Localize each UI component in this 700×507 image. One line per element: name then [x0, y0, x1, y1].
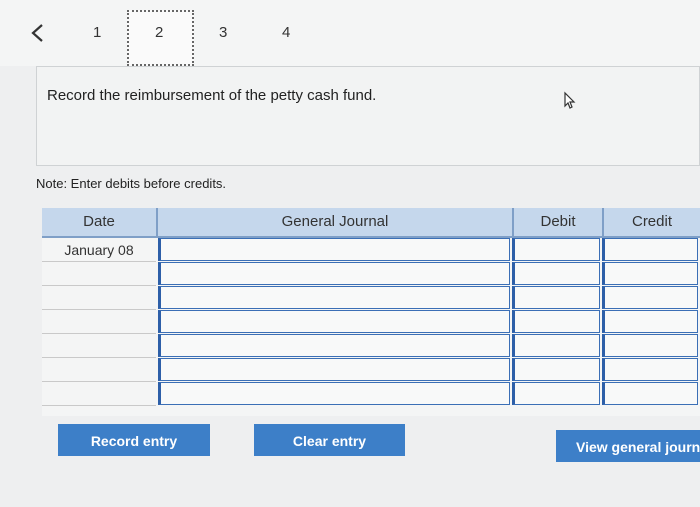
debit-input[interactable]: [512, 310, 600, 333]
step-3-link[interactable]: 3: [219, 24, 227, 41]
credit-column-header: Credit: [602, 208, 700, 238]
question-text: Record the reimbursement of the petty ca…: [47, 87, 377, 104]
debit-column-header: Debit: [512, 208, 602, 238]
debit-input[interactable]: [512, 382, 600, 405]
account-input[interactable]: [158, 334, 510, 357]
debit-input[interactable]: [512, 262, 600, 285]
account-input[interactable]: [158, 238, 510, 261]
general-journal-column-header: General Journal: [156, 208, 512, 238]
date-cell: [42, 286, 156, 310]
date-cell: [42, 382, 156, 406]
step-4-link[interactable]: 4: [282, 24, 290, 41]
credit-input[interactable]: [602, 358, 698, 381]
general-journal-table: Date General Journal Debit Credit Januar…: [42, 208, 700, 416]
debit-input[interactable]: [512, 238, 600, 261]
clear-entry-button[interactable]: Clear entry: [254, 424, 405, 456]
date-cell: January 08: [42, 238, 156, 262]
date-cell: [42, 358, 156, 382]
instruction-note: Note: Enter debits before credits.: [36, 176, 227, 191]
account-input[interactable]: [158, 310, 510, 333]
credit-input[interactable]: [602, 382, 698, 405]
date-column-header: Date: [42, 208, 156, 238]
debit-input[interactable]: [512, 358, 600, 381]
step-1-link[interactable]: 1: [93, 24, 101, 41]
date-cell: [42, 310, 156, 334]
account-input[interactable]: [158, 286, 510, 309]
credit-input[interactable]: [602, 334, 698, 357]
date-cell: [42, 262, 156, 286]
question-panel: Record the reimbursement of the petty ca…: [36, 66, 700, 166]
mouse-pointer-icon: [564, 91, 576, 109]
credit-input[interactable]: [602, 262, 698, 285]
account-input[interactable]: [158, 262, 510, 285]
chevron-left-icon[interactable]: [28, 22, 48, 44]
question-navigation-bar: 1 2 3 4: [0, 0, 700, 66]
record-entry-button[interactable]: Record entry: [58, 424, 210, 456]
account-input[interactable]: [158, 382, 510, 405]
account-input[interactable]: [158, 358, 510, 381]
credit-input[interactable]: [602, 286, 698, 309]
debit-input[interactable]: [512, 286, 600, 309]
view-general-journal-button[interactable]: View general journ: [556, 430, 700, 462]
debit-input[interactable]: [512, 334, 600, 357]
date-cell: [42, 334, 156, 358]
credit-input[interactable]: [602, 310, 698, 333]
credit-input[interactable]: [602, 238, 698, 261]
step-2-link[interactable]: 2: [155, 24, 163, 41]
